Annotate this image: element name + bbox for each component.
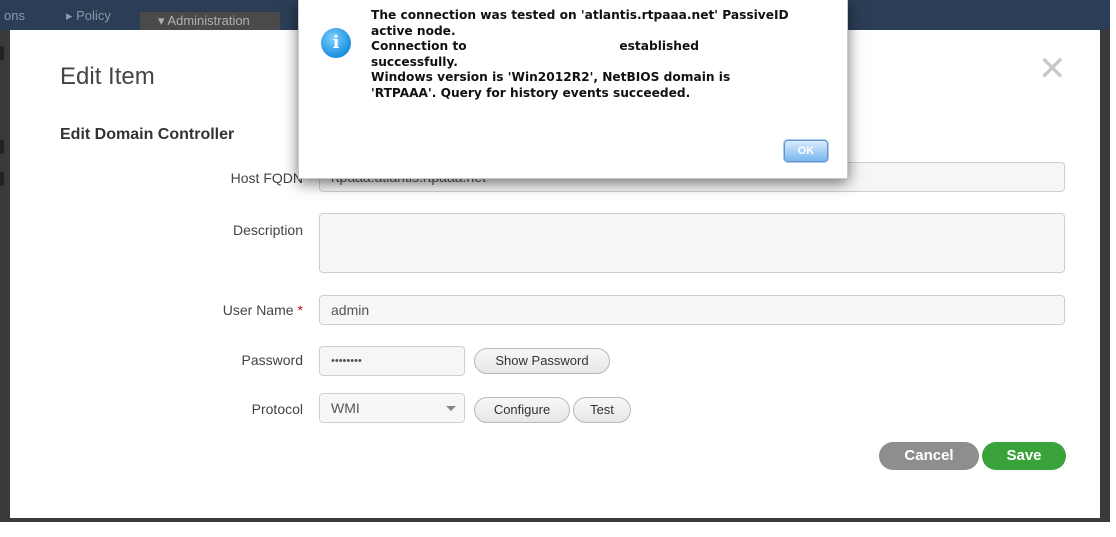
modal-title: Edit Item [60,63,155,90]
nav-item-policy[interactable]: ▸ Policy [66,8,111,24]
alert-message: The connection was tested on 'atlantis.r… [371,8,831,101]
protocol-label: Protocol [251,401,303,417]
nav-item-administration[interactable]: ▾ Administration [140,12,280,30]
password-input[interactable] [319,346,465,376]
username-label-text: User Name [222,302,294,318]
show-password-button[interactable]: Show Password [474,348,610,374]
alert-line: successfully. [371,54,458,69]
save-button[interactable]: Save [982,442,1066,470]
description-label: Description [232,222,303,238]
close-icon[interactable]: ✕ [1038,52,1067,86]
section-title: Edit Domain Controller [60,126,235,143]
ok-button[interactable]: OK [784,140,828,162]
username-input[interactable] [319,295,1065,325]
alert-line: Windows version is 'Win2012R2', NetBIOS … [371,70,731,84]
cancel-button[interactable]: Cancel [879,442,979,470]
alert-line: 'RTPAAA'. Query for history events succe… [371,85,691,100]
protocol-select[interactable]: WMI [319,393,465,423]
info-icon: i [321,28,351,58]
sidebar-marker [0,172,4,186]
chevron-down-icon [446,406,456,411]
test-button[interactable]: Test [573,397,631,423]
description-textarea[interactable] [319,213,1065,273]
alert-line: Connection to established [371,39,699,53]
nav-item-operations[interactable]: ons [4,8,25,23]
sidebar-marker [0,46,4,60]
configure-button[interactable]: Configure [474,397,570,423]
host-fqdn-label: Host FQDN [230,170,303,186]
username-label: User Name * [103,302,303,318]
connection-test-alert: i The connection was tested on 'atlantis… [298,0,848,179]
required-marker: * [297,302,303,318]
sidebar-marker [0,140,4,154]
protocol-select-value: WMI [331,400,360,416]
alert-line: The connection was tested on 'atlantis.r… [371,8,789,22]
password-label: Password [241,352,303,368]
alert-line: active node. [371,23,456,38]
